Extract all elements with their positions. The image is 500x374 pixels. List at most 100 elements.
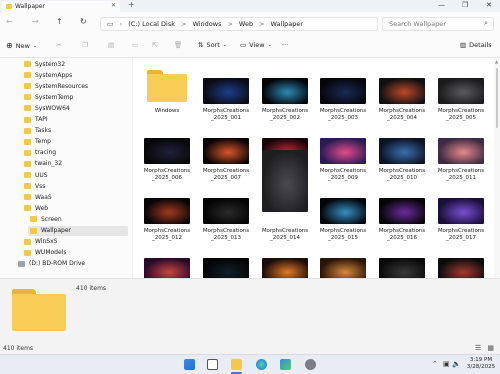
sort-icon: ⇅ [198,41,204,49]
file-name-label: MorphsCreations _2025_012 [143,228,191,241]
wallpaper-thumbnail[interactable] [203,138,249,164]
sidebar-item[interactable]: tracing [22,148,56,158]
wallpaper-thumbnail[interactable] [320,258,366,278]
sidebar-item[interactable]: SystemTemp [22,92,73,102]
monitor-icon: ▭ [107,20,114,28]
sidebar-item[interactable]: SysWOW64 [22,103,70,113]
sidebar-item[interactable]: SystemResources [22,81,88,91]
cut-icon[interactable]: ✂ [56,41,61,49]
wallpaper-thumbnail[interactable] [438,78,484,104]
sidebar-item[interactable]: SystemApps [22,70,72,80]
sidebar-item[interactable]: Temp [22,137,51,147]
wallpaper-thumbnail[interactable] [144,138,190,164]
sidebar-item[interactable]: WaaS [22,192,52,202]
store-icon[interactable] [280,359,291,370]
file-name-label: MorphsCreations _2025_002 [261,108,309,121]
file-name-label: Windows [154,108,180,114]
wallpaper-thumbnail[interactable] [438,138,484,164]
wallpaper-thumbnail[interactable] [379,198,425,224]
maximize-icon[interactable]: ❐ [462,1,468,9]
file-name-label: MorphsCreations _2025_007 [202,168,250,181]
sidebar-item[interactable]: Vss [22,181,45,191]
address-bar[interactable]: ▭ › (C:) Local Disk > Windows > Web > Wa… [100,17,378,31]
view-button[interactable]: ▭ View ⌄ [240,41,272,49]
wallpaper-thumbnail[interactable] [438,258,484,278]
wallpaper-thumbnail[interactable] [438,198,484,224]
wallpaper-thumbnail[interactable] [262,78,308,104]
volume-icon[interactable]: 🔈 [452,360,461,368]
share-icon[interactable]: ⇱ [152,41,157,49]
tiles-view-icon[interactable]: ▦ [487,344,494,352]
wallpaper-thumbnail[interactable] [320,78,366,104]
copy-icon[interactable]: ❐ [82,41,88,49]
sidebar-item-label: Temp [35,138,51,146]
sort-button[interactable]: ⇅ Sort ⌄ [198,41,227,49]
wallpaper-thumbnail[interactable] [320,198,366,224]
sidebar-item[interactable]: WinSxS [22,237,57,247]
scroll-up-icon[interactable]: ▲ [495,59,498,64]
rename-icon[interactable]: ▭ [132,41,138,49]
file-explorer-icon[interactable] [231,359,242,370]
sidebar-item-label: WUModels [35,249,67,257]
wallpaper-thumbnail[interactable] [203,78,249,104]
sidebar-item[interactable]: TAPI [22,115,48,125]
more-options-button[interactable]: ··· [282,41,288,49]
settings-gear-icon[interactable] [305,359,316,370]
scrollbar-thumb[interactable] [496,68,498,128]
sidebar-item[interactable]: Wallpaper [28,225,128,236]
network-icon[interactable]: ▣ [443,360,450,368]
sidebar-item[interactable]: UUS [22,170,48,180]
sidebar-item[interactable]: Web [22,203,48,213]
paste-icon[interactable]: ▤ [108,41,114,49]
close-tab-icon[interactable]: ✕ [111,2,116,9]
start-windows-icon[interactable] [184,359,195,370]
wallpaper-thumbnail[interactable] [144,258,190,278]
wallpaper-thumbnail[interactable] [262,150,308,212]
wallpaper-thumbnail[interactable] [203,258,249,278]
folder-icon[interactable] [147,70,187,102]
forward-arrow-icon[interactable]: → [32,17,39,26]
up-arrow-icon[interactable]: ↑ [56,17,63,26]
tab-wallpaper[interactable]: Wallpaper ✕ [2,1,120,12]
sidebar-item[interactable]: Screen [28,214,62,224]
details-button[interactable]: ▥ Details [460,41,492,49]
sidebar-item-label: System32 [35,60,66,68]
file-name-label: MorphsCreations _2025_014 [261,228,309,241]
details-item-count: 410 items [76,285,107,292]
folder-icon [6,4,12,9]
minimize-icon[interactable]: — [438,1,445,9]
wallpaper-thumbnail[interactable] [144,198,190,224]
wallpaper-thumbnail[interactable] [203,198,249,224]
breadcrumb-wallpaper[interactable]: Wallpaper [271,20,304,28]
sidebar-item[interactable]: (D:) BD-ROM Drive [16,259,85,269]
close-window-icon[interactable]: ✕ [486,1,492,9]
task-view-icon[interactable] [207,359,218,370]
delete-icon[interactable]: 🗑 [174,41,182,49]
sidebar-item[interactable]: Tasks [22,126,51,136]
breadcrumb-web[interactable]: Web [239,20,253,28]
wallpaper-thumbnail[interactable] [262,258,308,278]
sidebar-item[interactable]: WUModels [22,248,66,258]
sidebar-item[interactable]: twain_32 [22,159,62,169]
wallpaper-thumbnail[interactable] [320,138,366,164]
wallpaper-thumbnail[interactable] [379,258,425,278]
sidebar-item[interactable]: System32 [22,59,65,69]
refresh-icon[interactable]: ↻ [80,17,87,26]
vertical-scrollbar[interactable]: ▲ [494,58,500,278]
back-arrow-icon[interactable]: ← [6,17,13,26]
chevron-up-icon[interactable]: ⌃ [432,360,438,368]
details-view-icon[interactable]: ☰ [475,344,481,352]
wallpaper-thumbnail[interactable] [379,78,425,104]
clock[interactable]: 3:19 PM 3/28/2025 [463,357,499,371]
new-button[interactable]: ⊕ New ⌄ [6,41,37,50]
search-input[interactable]: Search Wallpaper ⌕ [382,17,494,31]
file-grid: Windows MorphsCreations _2025_001 MorphsCre… [133,58,494,278]
folder-icon [30,216,37,223]
edge-icon[interactable] [256,359,267,370]
sidebar-item-label: UUS [35,171,48,179]
file-name-label: MorphsCreations _2025_009 [319,168,367,181]
new-tab-button[interactable]: + [128,0,135,9]
breadcrumb-local-disk[interactable]: (C:) Local Disk [128,20,175,28]
wallpaper-thumbnail[interactable] [379,138,425,164]
breadcrumb-windows[interactable]: Windows [192,20,221,28]
